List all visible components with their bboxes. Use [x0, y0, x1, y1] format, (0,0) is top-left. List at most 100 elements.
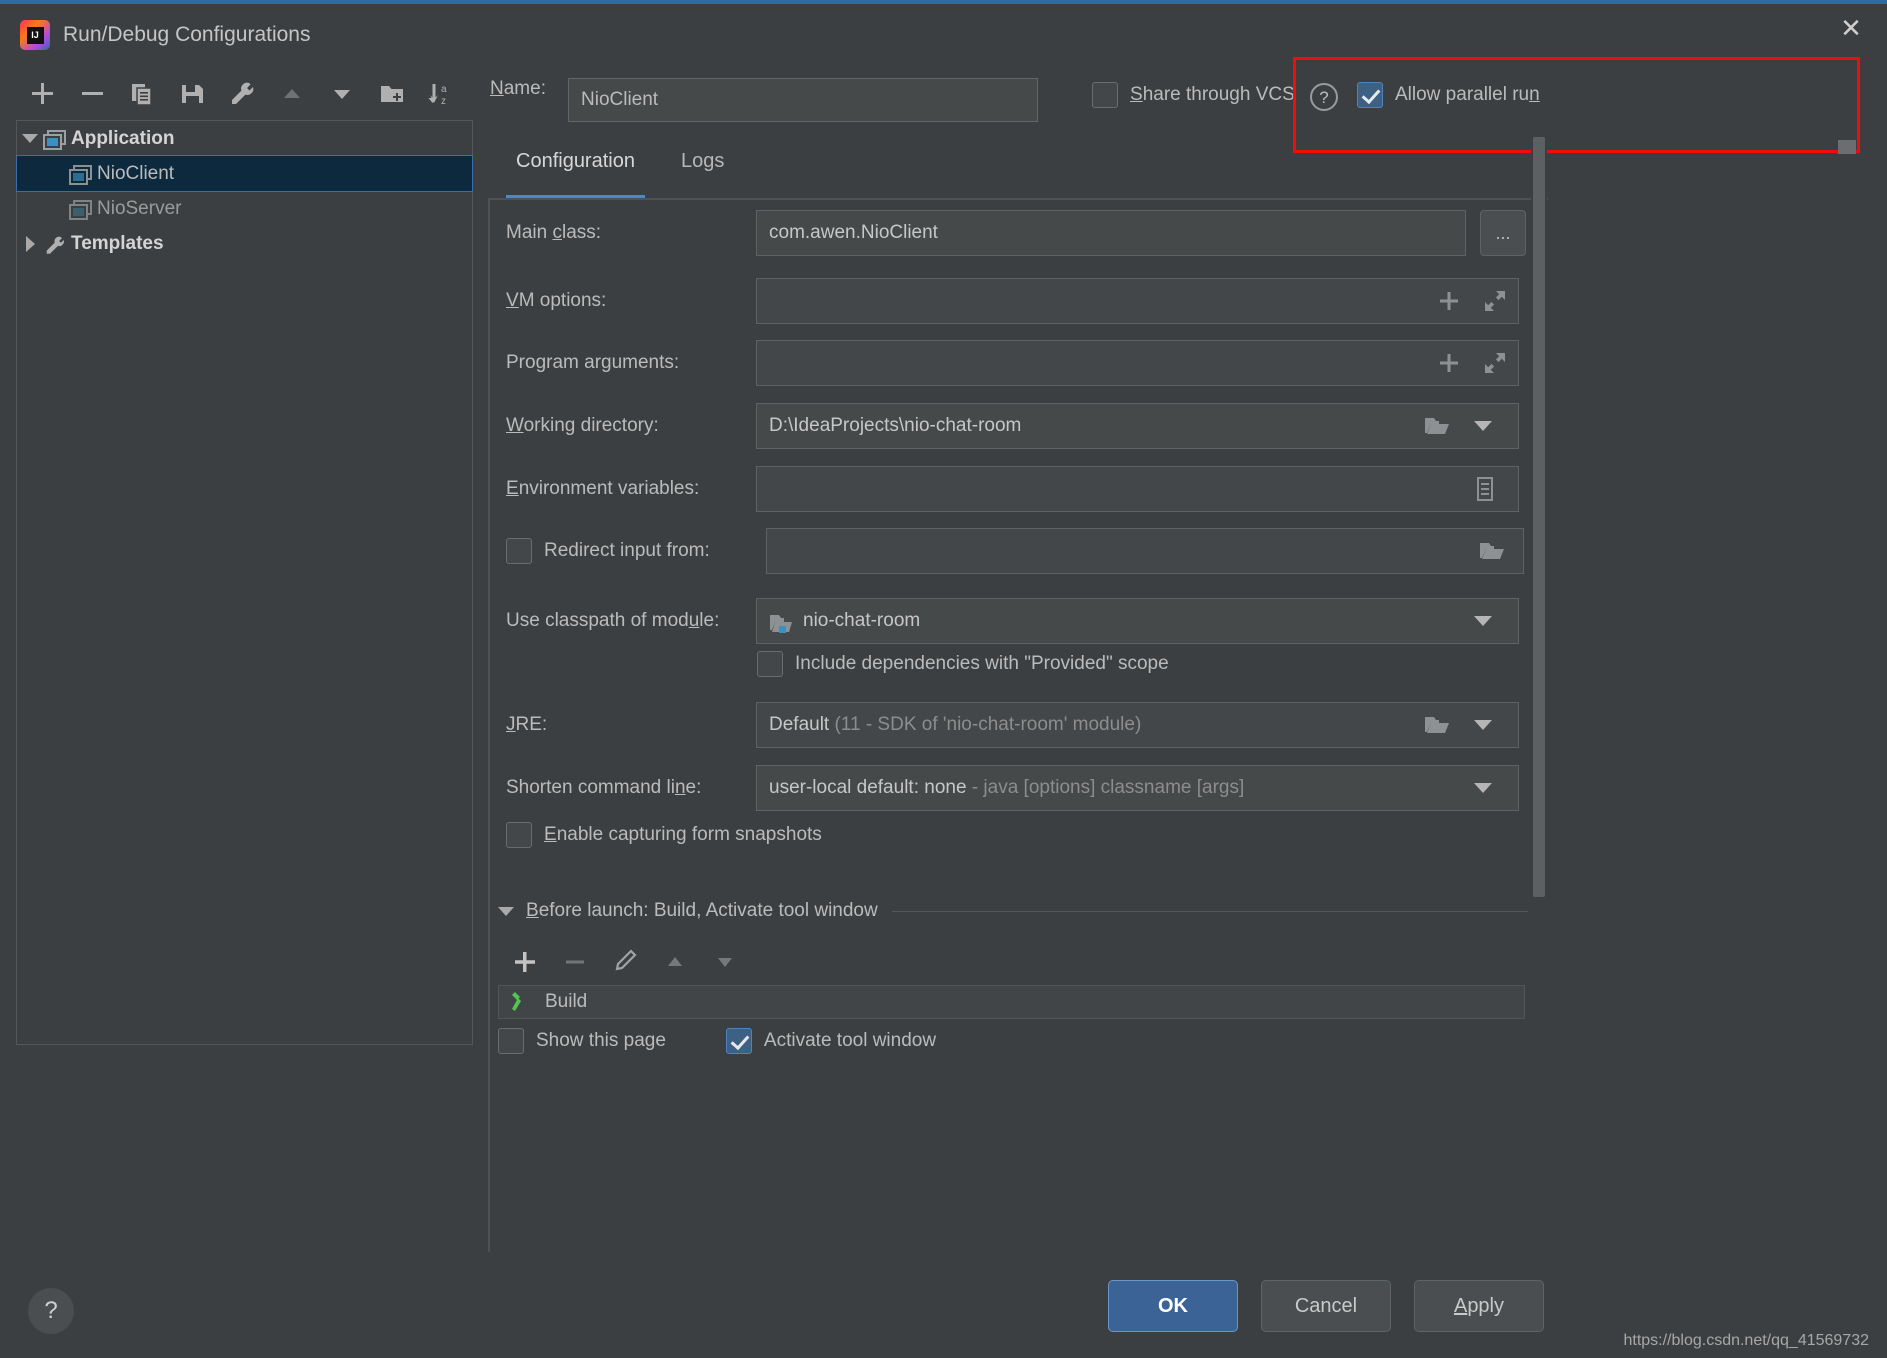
share-through-vcs-checkbox[interactable]: Share through VCS [1092, 82, 1295, 108]
form-snapshots-checkbox-box[interactable] [506, 822, 532, 848]
move-task-down-icon[interactable] [700, 940, 750, 984]
share-help-icon[interactable]: ? [1310, 83, 1338, 111]
before-launch-expand-icon[interactable] [498, 906, 514, 916]
add-icon[interactable] [22, 74, 62, 114]
move-up-icon[interactable] [272, 74, 312, 114]
remove-task-icon[interactable] [550, 940, 600, 984]
tree-node-templates[interactable]: Templates [17, 226, 472, 261]
list-icon[interactable] [1462, 467, 1508, 511]
tree-node-nioserver[interactable]: NioServer [17, 191, 472, 226]
shorten-command-line-dropdown[interactable]: user-local default: none - java [options… [756, 765, 1519, 811]
redirect-input-field[interactable] [766, 528, 1524, 574]
parallel-checkbox-box[interactable] [1357, 82, 1383, 108]
tab-configuration[interactable]: Configuration [506, 150, 645, 198]
chevron-down-icon[interactable] [1460, 766, 1506, 810]
working-directory-value: D:\IdeaProjects\nio-chat-room [769, 415, 1022, 436]
classpath-module-value: nio-chat-room [803, 610, 921, 631]
add-task-icon[interactable] [500, 940, 550, 984]
expand-collapse-icon[interactable] [17, 235, 43, 252]
working-directory-input[interactable]: D:\IdeaProjects\nio-chat-room [756, 403, 1519, 449]
expand-collapse-icon[interactable] [17, 134, 43, 143]
include-provided-checkbox[interactable]: Include dependencies with "Provided" sco… [757, 651, 1169, 677]
edit-templates-icon[interactable] [222, 74, 262, 114]
show-this-page-checkbox-box[interactable] [498, 1028, 524, 1054]
name-input[interactable]: NioClient [568, 78, 1038, 122]
tree-node-nioclient[interactable]: NioClient [16, 155, 473, 192]
main-class-label: Main class: [506, 222, 602, 243]
help-button[interactable]: ? [28, 1288, 74, 1334]
window-title: Run/Debug Configurations [63, 23, 311, 46]
before-launch-task-label: Build [545, 991, 588, 1012]
allow-parallel-run-checkbox[interactable]: Allow parallel run [1357, 82, 1540, 108]
expand-icon[interactable] [1472, 341, 1518, 385]
copy-icon[interactable] [122, 74, 162, 114]
folder-icon[interactable] [1414, 703, 1460, 747]
new-folder-icon[interactable] [372, 74, 412, 114]
content-clip-mask [488, 1252, 1548, 1282]
config-tabs: Configuration Logs [506, 150, 760, 198]
include-provided-checkbox-box[interactable] [757, 651, 783, 677]
plus-icon[interactable] [1426, 279, 1472, 323]
close-icon[interactable]: ✕ [1829, 8, 1873, 48]
shorten-command-line-hint: - java [options] classname [args] [971, 777, 1245, 798]
before-launch-header[interactable]: Before launch: Build, Activate tool wind… [498, 900, 1528, 922]
tree-node-application[interactable]: Application [17, 121, 472, 156]
chevron-down-icon[interactable] [1460, 703, 1506, 747]
folder-icon[interactable] [1414, 404, 1460, 448]
plus-icon[interactable] [1426, 341, 1472, 385]
form-snapshots-checkbox[interactable]: Enable capturing form snapshots [506, 822, 822, 848]
show-this-page-checkbox[interactable]: Show this page [498, 1028, 666, 1054]
intellij-logo-icon: IJ [20, 20, 50, 50]
edit-task-icon[interactable] [600, 940, 650, 984]
expand-icon[interactable] [1472, 279, 1518, 323]
main-class-row: Main class: com.awen.NioClient ... [506, 210, 1526, 256]
program-arguments-input[interactable] [756, 340, 1519, 386]
save-icon[interactable] [172, 74, 212, 114]
vm-options-label: VM options: [506, 290, 607, 311]
content-scrollbar-thumb[interactable] [1533, 137, 1545, 897]
activate-tool-window-checkbox-box[interactable] [725, 1028, 752, 1054]
tab-logs[interactable]: Logs [671, 150, 734, 198]
environment-variables-input[interactable] [756, 466, 1519, 512]
configurations-tree[interactable]: Application NioClient NioServer Template… [16, 120, 473, 1045]
parallel-checkbox-label: Allow parallel run [1395, 84, 1540, 105]
activate-tool-window-checkbox[interactable]: Activate tool window [725, 1028, 936, 1054]
main-class-input[interactable]: com.awen.NioClient [756, 210, 1466, 256]
move-task-up-icon[interactable] [650, 940, 700, 984]
remove-icon[interactable] [72, 74, 112, 114]
titlebar-accent-line [0, 0, 1887, 4]
wrench-icon [43, 235, 64, 254]
redirect-checkbox-box[interactable] [506, 538, 532, 564]
chevron-down-icon[interactable] [1460, 599, 1506, 643]
sort-alpha-icon[interactable]: a z [420, 74, 460, 114]
before-launch-title: Before launch: Build, Activate tool wind… [526, 900, 878, 921]
move-down-icon[interactable] [322, 74, 362, 114]
jre-dropdown[interactable]: Default (11 - SDK of 'nio-chat-room' mod… [756, 702, 1519, 748]
apply-button[interactable]: Apply [1414, 1280, 1544, 1332]
program-arguments-row: Program arguments: [506, 340, 1526, 386]
cancel-button[interactable]: Cancel [1261, 1280, 1391, 1332]
classpath-module-row: Use classpath of module: nio-chat-room [506, 598, 1526, 644]
vm-options-input[interactable] [756, 278, 1519, 324]
redirect-input-checkbox[interactable]: Redirect input from: [506, 538, 756, 564]
share-checkbox-label: Share through VCS [1130, 84, 1295, 105]
resize-corner-handle[interactable] [1838, 140, 1856, 154]
share-checkbox-box[interactable] [1092, 82, 1118, 108]
program-arguments-label: Program arguments: [506, 352, 680, 373]
redirect-input-row: Redirect input from: [506, 528, 1526, 574]
application-icon [69, 164, 92, 185]
ok-button[interactable]: OK [1108, 1280, 1238, 1332]
name-label: Name: [490, 78, 546, 99]
before-launch-task-row[interactable]: Build [498, 985, 1525, 1019]
configurations-toolbar: a z [0, 68, 473, 120]
folder-icon[interactable] [1469, 529, 1515, 573]
module-folder-icon [769, 609, 795, 633]
ellipsis-icon[interactable]: ... [1480, 210, 1526, 256]
environment-variables-label: Environment variables: [506, 478, 700, 499]
window-titlebar: IJ Run/Debug Configurations ✕ [0, 0, 1887, 68]
before-launch-divider [891, 910, 1528, 912]
show-this-page-label: Show this page [536, 1030, 666, 1051]
chevron-down-icon[interactable] [1460, 404, 1506, 448]
application-icon [69, 199, 92, 220]
classpath-module-dropdown[interactable]: nio-chat-room [756, 598, 1519, 644]
